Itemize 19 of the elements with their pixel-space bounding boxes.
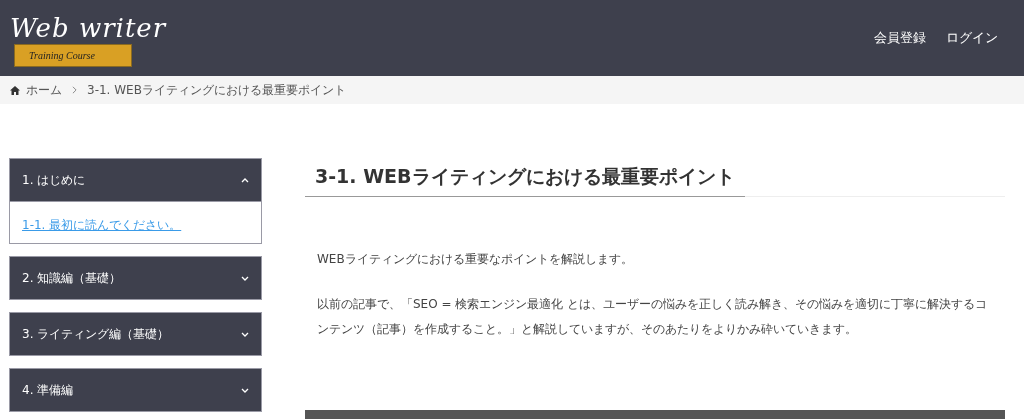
nav-link[interactable]: 会員登録: [874, 29, 926, 47]
home-icon: [10, 85, 20, 95]
breadcrumb-link[interactable]: ホーム: [26, 81, 62, 99]
accordion-header[interactable]: 4. 準備編: [9, 368, 262, 412]
logo-tagline: Training Course: [14, 43, 132, 67]
chevron-right-icon: [72, 86, 77, 94]
chevron-up-icon: [241, 177, 249, 183]
accordion-header[interactable]: 1. はじめに: [9, 158, 262, 202]
accordion-header[interactable]: 3. ライティング編（基礎）: [9, 312, 262, 356]
accordion-header[interactable]: 2. 知識編（基礎）: [9, 256, 262, 300]
logo[interactable]: Web writer Training Course: [10, 13, 167, 67]
chevron-down-icon: [241, 331, 249, 337]
breadcrumb-current: 3-1. WEBライティングにおける最重要ポイント: [87, 81, 346, 99]
paragraph: WEBライティングにおける重要なポイントを解説します。: [316, 251, 634, 268]
chevron-down-icon: [241, 387, 249, 393]
article-title: 3-1. WEBライティングにおける最重要ポイント: [305, 158, 745, 197]
chevron-down-icon: [241, 275, 249, 281]
nav-link[interactable]: ログイン: [946, 29, 998, 47]
paragraph: 以前の記事で、「SEO = 検索エンジン最適化 とは、ユーザーの悩みを正しく読み解き、その悩みを適切に丁寧に解決するコンテンツ（記事）を作成すること。」と解説していますが、そのあたりをよりかみ砕いていきます。: [316, 296, 989, 338]
